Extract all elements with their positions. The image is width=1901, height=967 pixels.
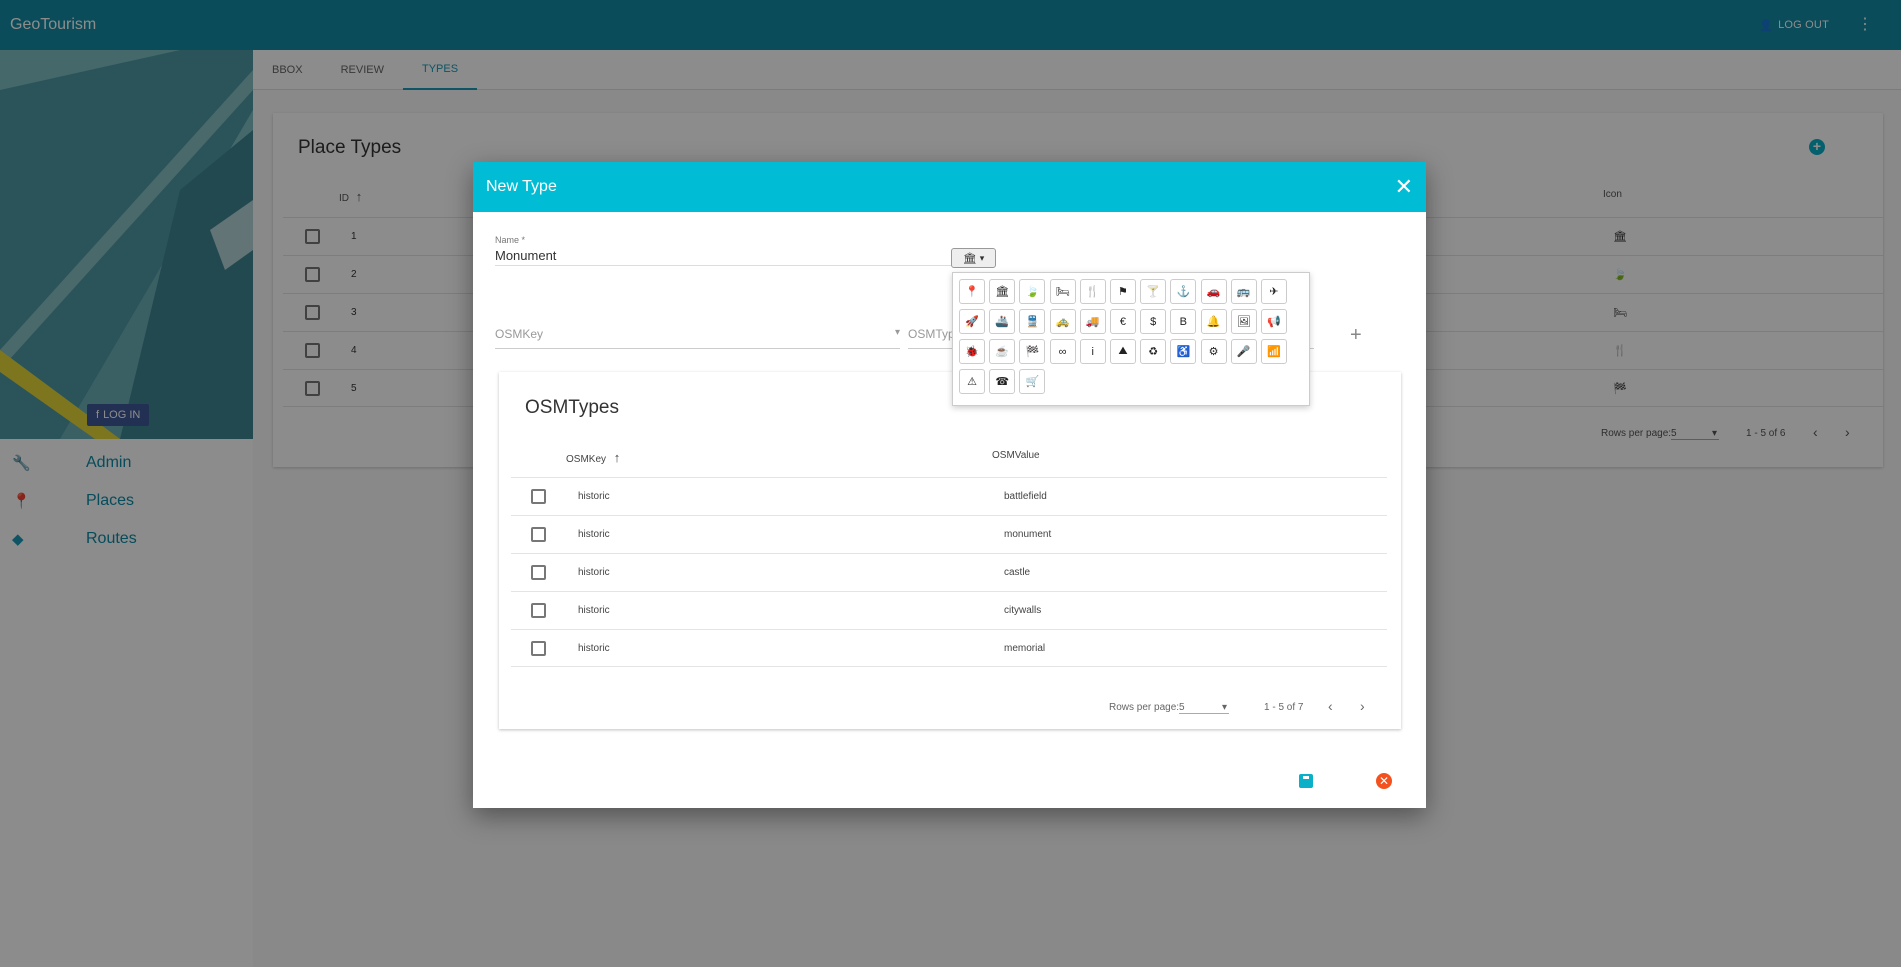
row-osmvalue: citywalls — [1004, 605, 1042, 616]
cutlery-icon[interactable]: 🍴 — [1079, 279, 1106, 304]
ship-icon[interactable]: 🚢 — [989, 309, 1016, 334]
osmtype-placeholder: OSMTyp — [908, 327, 955, 341]
rows-per-page-value: 5 — [1179, 702, 1185, 713]
caret-down-icon: ▾ — [894, 327, 900, 338]
dialog-title: New Type — [486, 178, 557, 195]
truck-icon[interactable]: 🚚 — [1079, 309, 1106, 334]
microphone-icon[interactable]: 🎤 — [1230, 339, 1257, 364]
table-row[interactable]: historic monument — [511, 515, 1387, 553]
wifi-icon[interactable]: 📶 — [1260, 339, 1287, 364]
road-icon[interactable]: ⛰ — [1109, 339, 1136, 364]
row-checkbox[interactable] — [531, 527, 546, 542]
anchor-icon[interactable]: ⚓ — [1170, 279, 1197, 304]
cancel-icon[interactable]: ✕ — [1376, 773, 1392, 789]
bullhorn-icon[interactable]: 📢 — [1260, 309, 1287, 334]
mask-icon[interactable]: ∞ — [1049, 339, 1076, 364]
column-header-osmvalue: OSMValue — [992, 450, 1040, 461]
table-row[interactable]: historic memorial — [511, 629, 1387, 667]
coffee-icon[interactable]: ☕ — [989, 339, 1016, 364]
wheelchair-icon[interactable]: ♿ — [1170, 339, 1197, 364]
save-icon[interactable] — [1299, 774, 1313, 788]
row-checkbox[interactable] — [531, 641, 546, 656]
new-type-dialog: New Type ✕ Name * 🏛 ▾ OSMKey ▾ OSMTyp + … — [473, 162, 1426, 808]
add-osmtype-icon[interactable]: + — [1350, 324, 1362, 347]
phone-icon[interactable]: ☎ — [989, 369, 1016, 394]
rocket-icon[interactable]: 🚀 — [959, 309, 985, 334]
dialog-header: New Type ✕ — [473, 162, 1426, 212]
row-osmvalue: castle — [1004, 567, 1031, 578]
image-icon[interactable]: 🖼 — [1230, 309, 1257, 334]
glass-icon[interactable]: 🍸 — [1140, 279, 1167, 304]
row-osmkey: historic — [578, 605, 610, 616]
caret-down-icon: ▾ — [979, 252, 985, 263]
caret-down-icon: ▾ — [1221, 702, 1227, 713]
osmtypes-card: OSMTypes OSMKey ↑ OSMValue historic batt… — [499, 372, 1401, 729]
flag-checkered-icon[interactable]: 🏁 — [1019, 339, 1046, 364]
warning-icon[interactable]: ⚠ — [959, 369, 985, 394]
bank-icon: 🏛 — [962, 252, 977, 265]
plane-icon[interactable]: ✈ — [1260, 279, 1287, 304]
rows-per-page-label: Rows per page: — [1109, 702, 1180, 713]
row-osmkey: historic — [578, 643, 610, 654]
shopping-cart-icon[interactable]: 🛒 — [1019, 369, 1046, 394]
column-header-osmkey[interactable]: OSMKey ↑ — [566, 450, 620, 465]
osmtypes-title: OSMTypes — [525, 397, 619, 418]
recycle-icon[interactable]: ♻ — [1140, 339, 1167, 364]
sort-arrow-up-icon: ↑ — [613, 450, 621, 465]
table-row[interactable]: historic battlefield — [511, 477, 1387, 515]
column-label: OSMKey — [566, 454, 607, 465]
row-osmvalue: memorial — [1004, 643, 1046, 654]
row-checkbox[interactable] — [531, 603, 546, 618]
map-marker-icon[interactable]: 📍 — [959, 279, 985, 304]
row-osmvalue: monument — [1004, 529, 1052, 540]
dollar-icon[interactable]: $ — [1140, 309, 1167, 334]
osmkey-placeholder: OSMKey — [495, 327, 544, 341]
row-checkbox[interactable] — [531, 489, 546, 504]
page-range: 1 - 5 of 7 — [1264, 702, 1304, 713]
leaf-icon[interactable]: 🍃 — [1019, 279, 1046, 304]
car-icon[interactable]: 🚗 — [1200, 279, 1227, 304]
bank-icon[interactable]: 🏛 — [989, 279, 1016, 304]
name-field-label: Name * — [495, 235, 526, 245]
taxi-icon[interactable]: 🚕 — [1049, 309, 1076, 334]
row-osmkey: historic — [578, 491, 610, 502]
row-osmkey: historic — [578, 567, 610, 578]
icon-picker-dropdown: 📍 🏛 🍃 🛏 🍴 ⚑ 🍸 ⚓ 🚗 🚌 ✈ 🚀 🚢 🚆 🚕 🚚 € $ B 🔔 🖼 📢 🐞 ☕ 🏁 ∞ i ⛰ ♻ ♿ ⚙ 🎤 📶 ⚠ ☎ 🛒 — [952, 272, 1310, 406]
euro-icon[interactable]: € — [1109, 309, 1136, 334]
osmkey-select[interactable]: OSMKey ▾ — [495, 327, 900, 349]
row-osmvalue: battlefield — [1004, 491, 1047, 502]
bed-icon[interactable]: 🛏 — [1049, 279, 1076, 304]
bitcoin-icon[interactable]: B — [1170, 309, 1197, 334]
next-page-icon[interactable]: › — [1360, 698, 1365, 714]
rows-per-page-select[interactable]: 5 ▾ — [1179, 702, 1229, 714]
table-row[interactable]: historic citywalls — [511, 591, 1387, 629]
close-icon[interactable]: ✕ — [1395, 176, 1413, 198]
train-icon[interactable]: 🚆 — [1019, 309, 1046, 334]
bug-icon[interactable]: 🐞 — [959, 339, 985, 364]
row-osmkey: historic — [578, 529, 610, 540]
info-icon[interactable]: i — [1079, 339, 1106, 364]
prev-page-icon[interactable]: ‹ — [1328, 698, 1333, 714]
row-checkbox[interactable] — [531, 565, 546, 580]
bus-icon[interactable]: 🚌 — [1230, 279, 1257, 304]
table-row[interactable]: historic castle — [511, 553, 1387, 591]
cogs-icon[interactable]: ⚙ — [1200, 339, 1227, 364]
icon-select-button[interactable]: 🏛 ▾ — [951, 248, 996, 268]
flag-icon[interactable]: ⚑ — [1109, 279, 1136, 304]
bell-icon[interactable]: 🔔 — [1200, 309, 1227, 334]
name-field[interactable] — [495, 246, 955, 266]
